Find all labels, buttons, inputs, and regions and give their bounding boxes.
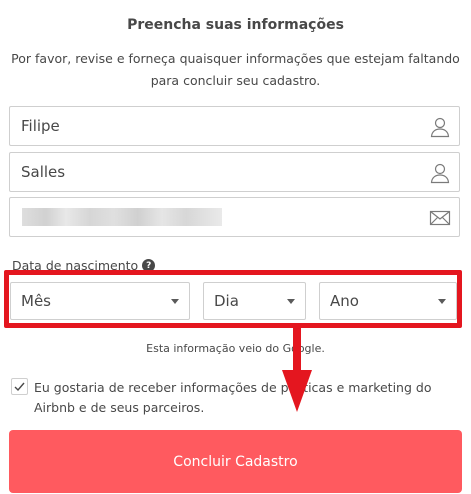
- page-title: Preencha suas informações: [127, 17, 344, 33]
- month-value: Mês: [21, 292, 51, 310]
- envelope-icon: [429, 210, 451, 226]
- last-name-value: Salles: [21, 163, 66, 181]
- chevron-down-icon: [287, 299, 295, 304]
- chevron-down-icon: [171, 299, 179, 304]
- page-subtitle: Por favor, revise e forneça quaisquer in…: [11, 51, 460, 88]
- month-select[interactable]: Mês: [10, 282, 190, 320]
- marketing-checkbox[interactable]: [11, 378, 28, 395]
- year-value: Ano: [330, 292, 359, 310]
- last-name-field[interactable]: Salles: [9, 152, 460, 192]
- submit-button[interactable]: Concluir Cadastro: [9, 430, 462, 493]
- chevron-down-icon: [438, 299, 446, 304]
- redacted-email: [22, 208, 222, 226]
- person-icon: [430, 163, 450, 184]
- email-field[interactable]: [9, 197, 460, 237]
- marketing-opt-in-label[interactable]: Eu gostaria de receber informações de po…: [34, 378, 459, 418]
- year-select[interactable]: Ano: [319, 282, 457, 320]
- annotation-arrow-icon: [282, 324, 312, 412]
- first-name-field[interactable]: Filipe: [9, 106, 460, 146]
- person-icon: [430, 117, 450, 138]
- check-icon: [14, 382, 25, 392]
- source-note: Esta informação veio do Google.: [146, 342, 325, 355]
- day-select[interactable]: Dia: [203, 282, 306, 320]
- day-value: Dia: [214, 292, 239, 310]
- first-name-value: Filipe: [21, 117, 60, 135]
